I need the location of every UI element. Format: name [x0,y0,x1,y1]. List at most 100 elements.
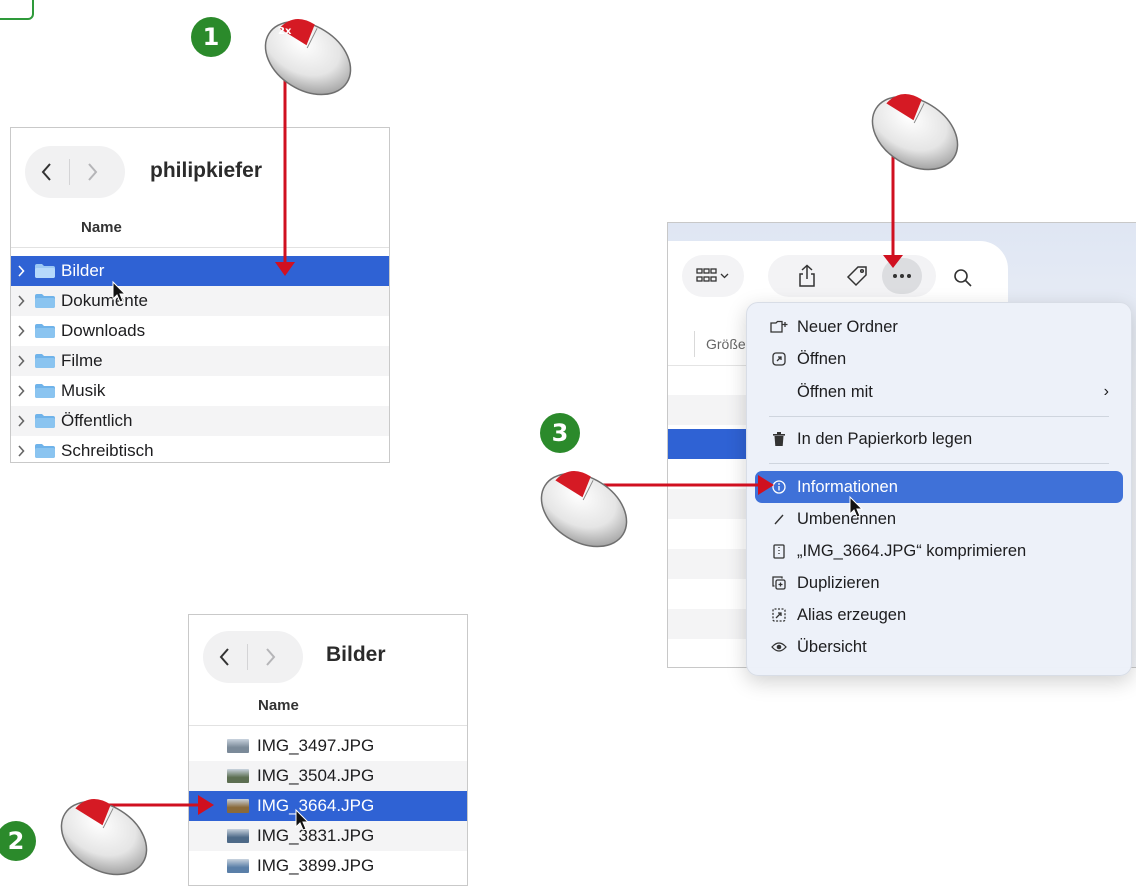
page-corner-frame [0,0,34,20]
column-divider [694,331,695,357]
image-thumbnail-icon [227,739,249,753]
list-item-label: IMG_3504.JPG [257,766,375,785]
folder-icon [35,324,55,338]
menu-item-rename[interactable]: Umbenennen [755,503,1123,535]
more-button[interactable] [882,258,922,294]
menu-separator [769,416,1109,417]
chevron-left-icon [41,163,51,181]
mouse-double-click-icon: 2x [251,5,365,111]
chevron-right-icon [88,163,98,181]
list-item-label: Musik [61,381,106,400]
list-item[interactable]: IMG_3664.JPG [189,791,467,821]
disclosure-chevron-icon[interactable] [11,415,31,427]
list-item[interactable]: Dokumente [11,286,389,316]
tag-icon [846,266,867,287]
menu-item-compress[interactable]: „IMG_3664.JPG“ komprimieren [755,535,1123,567]
list-item-label: Filme [61,351,103,370]
menu-item-make-alias[interactable]: Alias erzeugen [755,599,1123,631]
list-item-label: IMG_3497.JPG [257,736,375,755]
list-item-label: Bilder [61,261,105,280]
menu-separator [769,463,1109,464]
list-item[interactable]: Musik [11,376,389,406]
folder-icon [35,384,55,398]
pencil-icon [767,513,791,525]
forward-button[interactable] [70,146,114,198]
double-click-label: 2x [278,26,292,37]
list-item[interactable]: Öffentlich [11,406,389,436]
image-thumbnail-icon [227,769,249,783]
chevron-left-icon [219,648,229,666]
info-icon [767,480,791,494]
folder-icon [35,354,55,368]
share-icon [799,264,815,287]
search-button[interactable] [948,263,978,293]
chevron-right-icon [266,648,276,666]
tag-button[interactable] [832,265,882,287]
view-switcher-button[interactable] [682,255,744,297]
folder-icon [35,294,55,308]
list-item-label: IMG_3831.JPG [257,826,375,845]
navigation-buttons [25,146,125,198]
list-item-label: IMG_3664.JPG [257,796,375,815]
action-button-group [768,255,936,297]
back-button[interactable] [203,631,247,683]
name-column-header[interactable]: Name [258,697,299,714]
disclosure-chevron-icon[interactable] [11,325,31,337]
list-item[interactable]: Bilder [11,256,389,286]
header-divider [11,247,389,248]
list-item-label: Dokumente [61,291,148,310]
menu-item-label: Öffnen mit [797,382,873,401]
image-thumbnail-icon [227,829,249,843]
folder-icon [35,264,55,278]
menu-item-duplicate[interactable]: Duplizieren [755,567,1123,599]
back-button[interactable] [25,146,69,198]
window-title: philipkiefer [150,159,263,182]
list-item[interactable]: IMG_3504.JPG [189,761,467,791]
finder-window-home: philipkiefer Name Bilder Dokumente Downloa… [10,127,390,463]
menu-item-label: Umbenennen [797,509,897,528]
name-column-header[interactable]: Name [81,219,122,236]
disclosure-chevron-icon[interactable] [11,385,31,397]
mouse-click-icon [47,785,161,877]
trash-icon [767,432,791,446]
menu-item-open[interactable]: Öffnen [755,343,1123,375]
menu-item-move-to-trash[interactable]: In den Papierkorb legen [755,423,1123,455]
submenu-chevron-icon: › [1103,383,1109,400]
menu-item-new-folder[interactable]: Neuer Ordner [755,311,1123,343]
menu-item-label: Neuer Ordner [797,317,898,336]
image-thumbnail-icon [227,799,249,813]
image-thumbnail-icon [227,859,249,873]
list-item-label: Schreibtisch [61,441,154,460]
mouse-click-icon [858,80,972,186]
list-item[interactable]: Filme [11,346,389,376]
menu-item-label: In den Papierkorb legen [797,429,973,448]
menu-item-get-info[interactable]: Informationen [755,471,1123,503]
gallery-view-icon [696,268,729,282]
disclosure-chevron-icon[interactable] [11,355,31,367]
list-item[interactable]: IMG_3497.JPG [189,731,467,761]
size-column-header[interactable]: Größe [706,336,746,352]
alias-icon [767,608,791,622]
list-item-label: Downloads [61,321,146,340]
ellipsis-icon [893,274,911,278]
window-title: Bilder [326,643,386,666]
disclosure-chevron-icon[interactable] [11,445,31,457]
finder-window-bilder: Bilder Name IMG_3497.JPG IMG_3504.JPG IMG_… [188,614,468,886]
list-item[interactable]: Schreibtisch [11,436,389,462]
menu-item-quick-look[interactable]: Übersicht [755,631,1123,663]
share-button[interactable] [782,264,832,288]
step-badge-1: 1 [191,17,231,57]
list-item[interactable]: Downloads [11,316,389,346]
archive-icon [767,543,791,559]
navigation-buttons [203,631,303,683]
menu-item-label: Alias erzeugen [797,605,907,624]
forward-button[interactable] [248,631,292,683]
list-item-label: IMG_3899.JPG [257,856,375,875]
list-item[interactable]: IMG_3831.JPG [189,821,467,851]
menu-item-label: Duplizieren [797,573,880,592]
mouse-click-icon [527,457,641,563]
disclosure-chevron-icon[interactable] [11,295,31,307]
menu-item-open-with[interactable]: Öffnen mit › [755,376,1123,408]
disclosure-chevron-icon[interactable] [11,265,31,277]
header-divider [189,725,467,726]
